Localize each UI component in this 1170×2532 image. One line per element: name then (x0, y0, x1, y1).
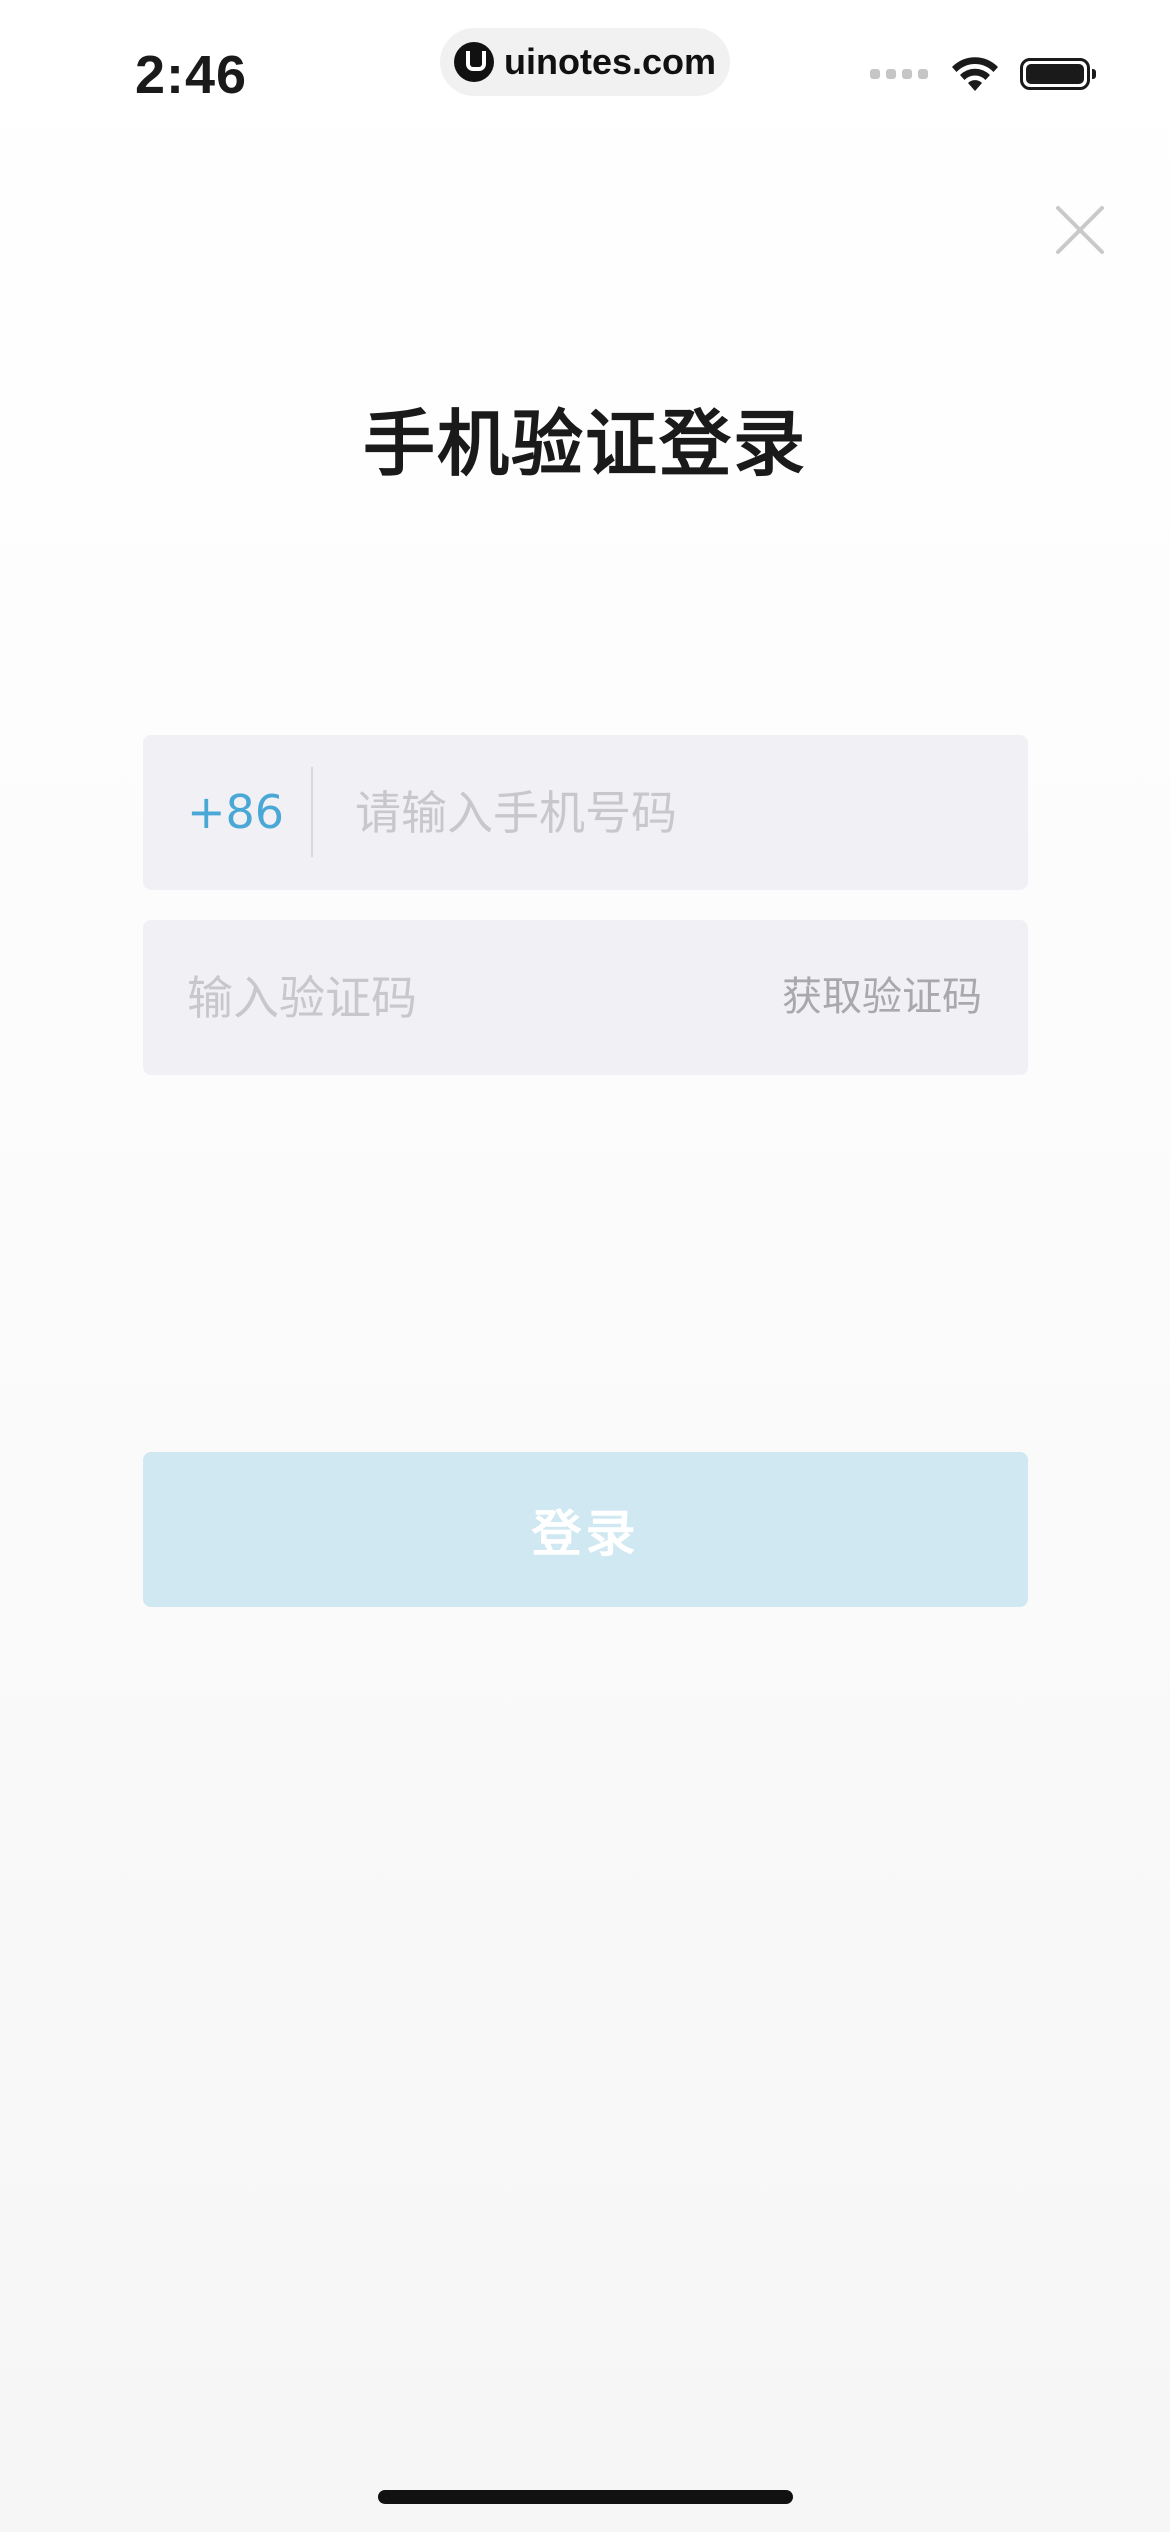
verification-code-input[interactable] (187, 920, 707, 1075)
wifi-icon (950, 55, 1000, 93)
home-indicator (378, 2490, 793, 2504)
phone-field: +86 (143, 735, 1028, 890)
status-time: 2:46 (135, 45, 248, 105)
watermark-badge: uinotes.com (440, 28, 730, 96)
status-icons (870, 55, 1096, 93)
login-button[interactable]: 登录 (143, 1452, 1028, 1607)
status-bar: 2:46 uinotes.com (0, 0, 1170, 140)
phone-input[interactable] (355, 735, 995, 890)
close-button[interactable] (1050, 200, 1110, 260)
get-code-button[interactable]: 获取验证码 (782, 920, 982, 1075)
uinotes-logo-icon (453, 42, 494, 82)
country-code-selector[interactable]: +86 (187, 735, 284, 890)
page-title: 手机验证登录 (362, 402, 807, 486)
signal-icon (870, 69, 928, 79)
close-icon (1056, 206, 1104, 254)
field-divider (311, 767, 313, 857)
battery-icon (1020, 58, 1096, 90)
code-field: 获取验证码 (143, 920, 1028, 1075)
watermark-text: uinotes.com (503, 41, 717, 82)
